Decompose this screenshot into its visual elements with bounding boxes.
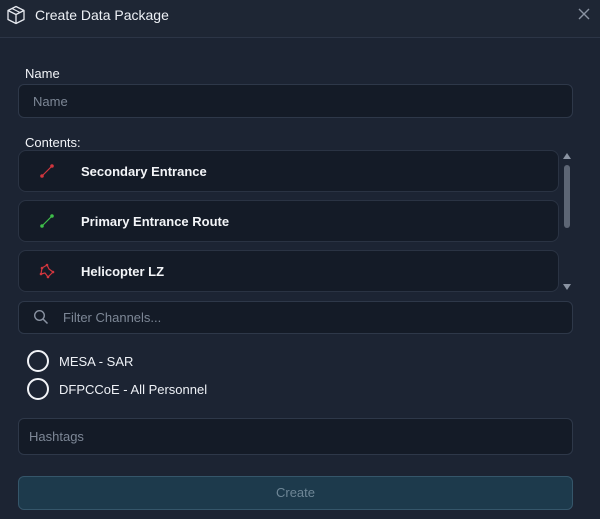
scrollbar-thumb[interactable] xyxy=(564,165,570,228)
name-input[interactable] xyxy=(19,85,572,117)
search-icon xyxy=(33,309,49,325)
polygon-area-icon xyxy=(39,263,55,279)
content-item-label: Primary Entrance Route xyxy=(81,214,230,229)
hashtags-input[interactable] xyxy=(19,419,572,454)
hashtags-field-wrapper xyxy=(18,418,573,455)
scroll-down-arrow-icon[interactable] xyxy=(563,284,571,290)
filter-channels-field xyxy=(18,301,573,334)
create-button[interactable]: Create xyxy=(18,476,573,510)
route-line-icon xyxy=(40,214,54,228)
content-item-primary-entrance-route[interactable]: Primary Entrance Route xyxy=(18,200,559,242)
content-item-secondary-entrance[interactable]: Secondary Entrance xyxy=(18,150,559,192)
contents-label: Contents: xyxy=(25,135,81,150)
dialog-titlebar: Create Data Package xyxy=(0,0,600,38)
scroll-up-arrow-icon[interactable] xyxy=(563,153,571,159)
name-field-wrapper xyxy=(18,84,573,118)
channel-option-label: MESA - SAR xyxy=(59,354,134,369)
dialog-title: Create Data Package xyxy=(35,7,169,23)
name-label: Name xyxy=(25,66,60,81)
filter-channels-input[interactable] xyxy=(19,302,572,333)
radio-button[interactable] xyxy=(27,350,49,372)
close-icon[interactable] xyxy=(576,6,592,22)
channel-option-label: DFPCCoE - All Personnel xyxy=(59,382,208,397)
radio-button[interactable] xyxy=(27,378,49,400)
package-cube-icon xyxy=(7,5,25,25)
route-line-icon xyxy=(40,164,54,178)
content-item-label: Helicopter LZ xyxy=(81,264,165,279)
content-item-label: Secondary Entrance xyxy=(81,164,207,179)
content-item-helicopter-lz[interactable]: Helicopter LZ xyxy=(18,250,559,292)
